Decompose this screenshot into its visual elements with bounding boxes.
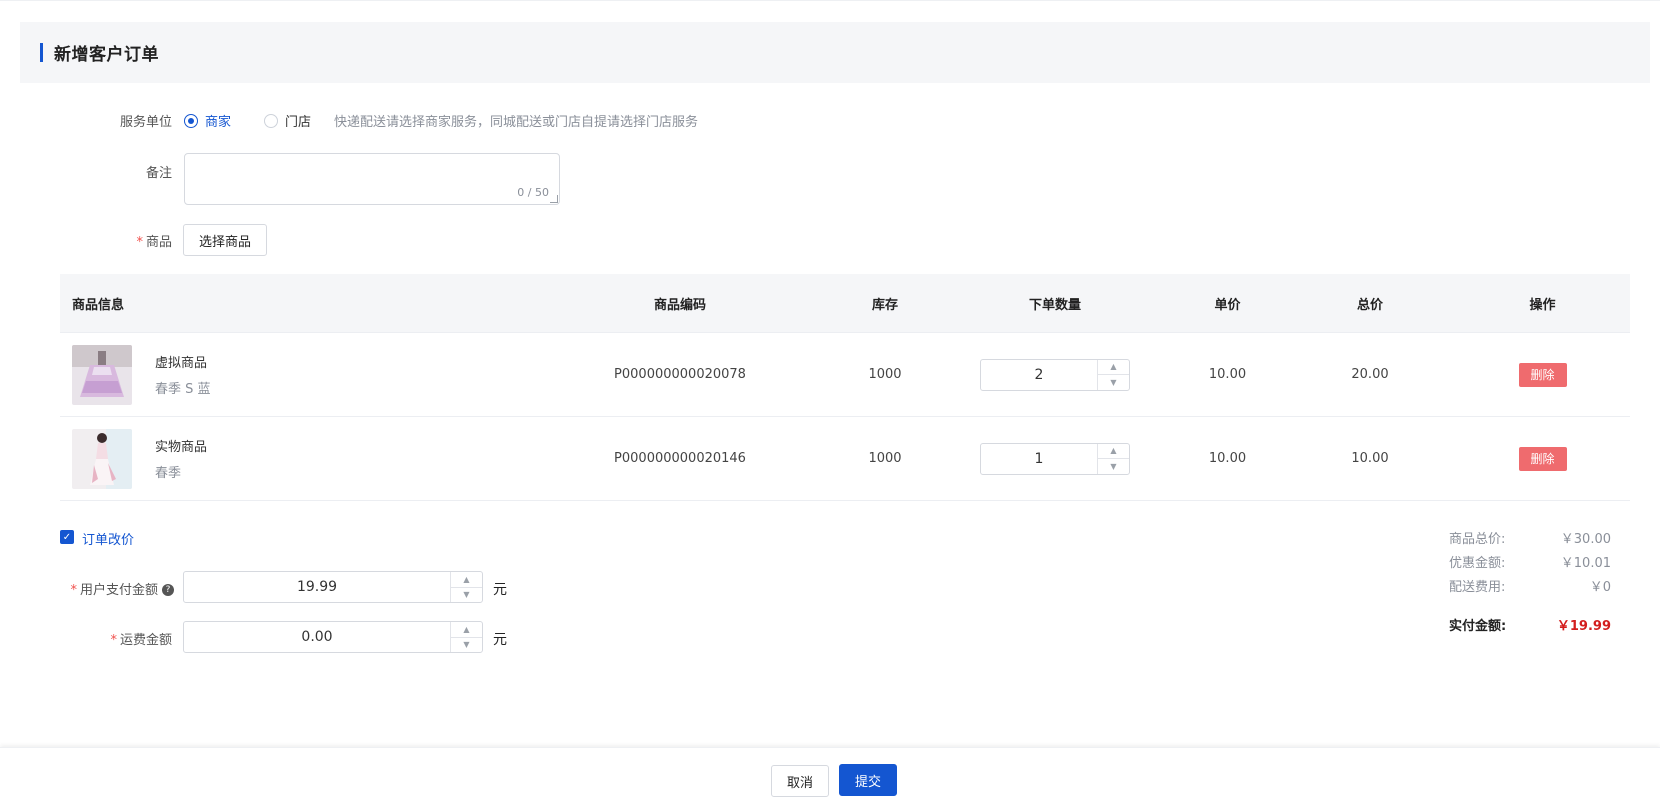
col-quantity: 下单数量 [1028, 297, 1081, 313]
quantity-stepper[interactable]: 1 ▲ ▼ [980, 442, 1130, 475]
product-stock: 1000 [868, 367, 902, 382]
increase-icon[interactable]: ▲ [1098, 360, 1129, 375]
footer-bar: 取消 提交 [0, 747, 1660, 805]
check-icon: ✓ [62, 531, 72, 543]
discount-value: ￥10.01 [1560, 556, 1611, 571]
pay-amount-label-text: 用户支付金额 [79, 583, 158, 598]
table-header: 商品信息 商品编码 库存 下单数量 单价 总价 操作 [60, 274, 1630, 333]
price-change-checkbox[interactable]: ✓ [60, 530, 74, 544]
product-label: * 商品 [62, 231, 172, 250]
product-table: 商品信息 商品编码 库存 下单数量 单价 总价 操作 虚拟商品 春季 S 蓝 P… [60, 274, 1630, 501]
col-product-info: 商品信息 [72, 297, 125, 313]
radio-merchant[interactable]: 商家 [184, 111, 231, 130]
quantity-stepper[interactable]: 2 ▲ ▼ [980, 358, 1130, 391]
product-label-text: 商品 [145, 235, 172, 250]
total-price: 20.00 [1351, 367, 1389, 382]
radio-store-label: 门店 [285, 115, 312, 130]
decrease-icon[interactable]: ▼ [451, 588, 482, 603]
remark-counter: 0 / 50 [517, 186, 549, 199]
col-product-code: 商品编码 [653, 297, 706, 313]
order-create-page: 新增客户订单 服务单位 商家 门店 快递配送请选择商家服务，同城配送或门店自提请… [0, 0, 1660, 805]
unit-price: 10.00 [1208, 367, 1247, 382]
action-cell: 删除 [1455, 446, 1630, 471]
delete-button[interactable]: 删除 [1518, 362, 1567, 387]
shipping-input[interactable]: 0.00 ▲ ▼ [183, 621, 483, 653]
product-info-cell: 虚拟商品 春季 S 蓝 [60, 344, 530, 405]
pay-amount-unit: 元 [493, 582, 507, 598]
product-code: P000000000020078 [614, 367, 746, 382]
shipping-unit: 元 [493, 632, 507, 648]
goods-total-value: ￥30.00 [1560, 532, 1611, 547]
remark-label: 备注 [145, 166, 172, 181]
radio-unchecked-icon [264, 113, 278, 128]
product-spec: 春季 [155, 466, 182, 481]
paid-label: 实付金额: [1449, 619, 1507, 634]
required-mark: * [70, 583, 77, 598]
price-change-label[interactable]: 订单改价 [82, 529, 134, 548]
select-product-button[interactable]: 选择商品 [183, 224, 267, 256]
increase-icon[interactable]: ▲ [451, 572, 482, 588]
product-name: 虚拟商品 [155, 356, 208, 371]
increase-icon[interactable]: ▲ [1098, 444, 1129, 459]
page-title: 新增客户订单 [54, 45, 159, 65]
col-action: 操作 [1529, 297, 1556, 313]
product-name: 实物商品 [155, 440, 208, 455]
quantity-cell: 1 ▲ ▼ [940, 442, 1170, 475]
pay-amount-label: * 用户支付金额? [44, 579, 174, 598]
pay-amount-input[interactable]: 19.99 ▲ ▼ [183, 571, 483, 603]
discount-label: 优惠金额: [1449, 556, 1506, 571]
required-mark: * [136, 235, 143, 250]
pay-amount-value[interactable]: 19.99 [184, 572, 450, 602]
title-accent-bar [40, 43, 43, 62]
quantity-value[interactable]: 2 [981, 360, 1097, 390]
resize-handle-icon[interactable] [550, 195, 558, 203]
cancel-button[interactable]: 取消 [771, 765, 829, 797]
remark-textarea[interactable]: 0 / 50 [184, 153, 560, 205]
delete-button[interactable]: 删除 [1518, 446, 1567, 471]
service-unit-hint: 快递配送请选择商家服务，同城配送或门店自提请选择门店服务 [334, 115, 699, 130]
radio-checked-icon [184, 113, 198, 128]
action-cell: 删除 [1455, 362, 1630, 387]
table-row: 虚拟商品 春季 S 蓝 P000000000020078 1000 2 ▲ ▼ … [60, 333, 1630, 417]
help-icon[interactable]: ? [162, 584, 174, 596]
col-total: 总价 [1356, 297, 1383, 313]
radio-store[interactable]: 门店 [264, 111, 311, 130]
required-mark: * [110, 633, 117, 648]
delivery-value: ￥0 [1589, 580, 1611, 595]
table-row: 实物商品 春季 P000000000020146 1000 1 ▲ ▼ 10.0… [60, 417, 1630, 501]
col-unit-price: 单价 [1214, 297, 1241, 313]
shipping-label-text: 运费金额 [119, 633, 172, 648]
product-thumbnail [72, 428, 132, 489]
product-thumbnail [72, 344, 132, 405]
product-info-cell: 实物商品 春季 [60, 428, 530, 489]
col-stock: 库存 [871, 297, 898, 313]
radio-merchant-label: 商家 [205, 115, 232, 130]
top-divider [0, 0, 1660, 1]
service-unit-label: 服务单位 [119, 115, 172, 130]
quantity-value[interactable]: 1 [981, 444, 1097, 474]
quantity-cell: 2 ▲ ▼ [940, 358, 1170, 391]
product-spec: 春季 S 蓝 [155, 382, 211, 397]
unit-price: 10.00 [1208, 451, 1247, 466]
decrease-icon[interactable]: ▼ [1098, 375, 1129, 390]
decrease-icon[interactable]: ▼ [451, 638, 482, 653]
decrease-icon[interactable]: ▼ [1098, 459, 1129, 474]
paid-value: ￥19.99 [1556, 619, 1611, 634]
increase-icon[interactable]: ▲ [451, 622, 482, 638]
total-price: 10.00 [1351, 451, 1389, 466]
shipping-label: * 运费金额 [62, 629, 172, 648]
submit-button[interactable]: 提交 [839, 764, 897, 796]
shipping-value[interactable]: 0.00 [184, 622, 450, 652]
page-header: 新增客户订单 [20, 22, 1650, 83]
goods-total-label: 商品总价: [1449, 532, 1506, 547]
delivery-label: 配送费用: [1449, 580, 1506, 595]
product-code: P000000000020146 [614, 451, 746, 466]
product-stock: 1000 [868, 451, 902, 466]
